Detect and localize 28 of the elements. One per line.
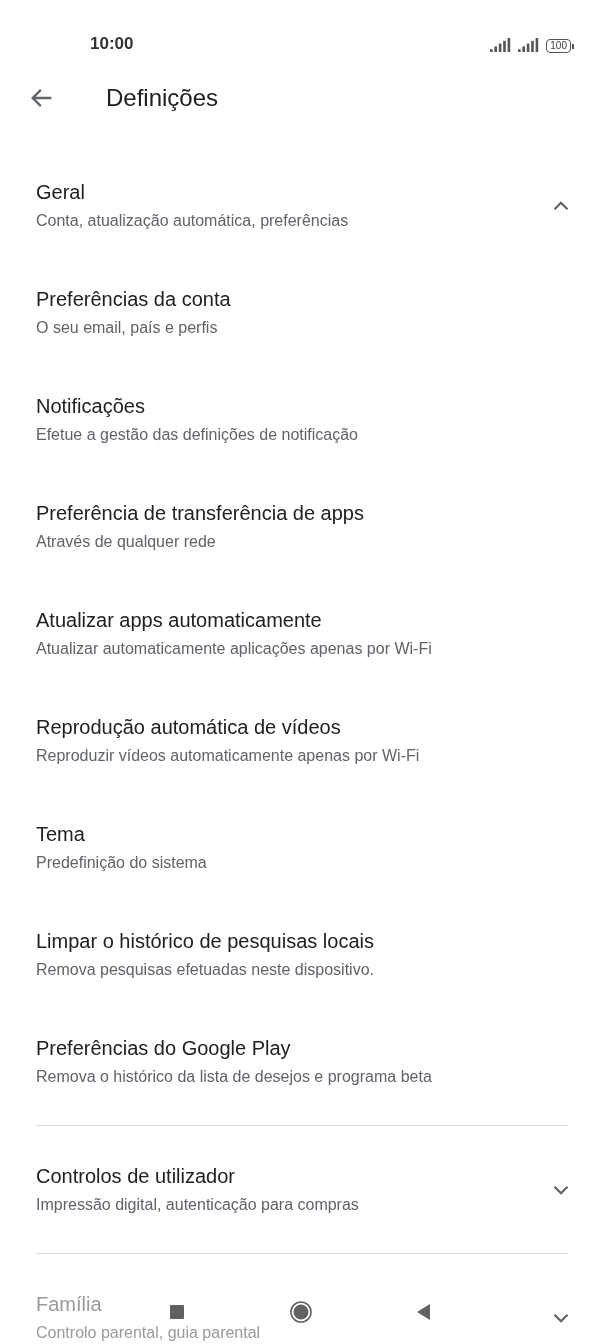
signal-icon xyxy=(490,38,513,54)
setting-title[interactable]: Notificações xyxy=(36,395,145,418)
setting-title[interactable]: Preferências da conta xyxy=(36,288,231,311)
home-icon[interactable] xyxy=(290,1301,312,1323)
setting-subtitle: O seu email, país e perfis xyxy=(36,319,218,337)
back-nav-icon[interactable] xyxy=(417,1304,430,1320)
setting-subtitle: Impressão digital, autenticação para compras xyxy=(36,1196,359,1214)
signal-icon xyxy=(518,38,541,54)
setting-subtitle: Controlo parental, guia parental xyxy=(36,1324,261,1342)
setting-subtitle: Predefinição do sistema xyxy=(36,854,207,872)
setting-title[interactable]: Reprodução automática de vídeos xyxy=(36,716,341,739)
setting-subtitle: Reproduzir vídeos automaticamente apenas por Wi-Fi xyxy=(36,747,420,765)
setting-subtitle: Através de qualquer rede xyxy=(36,533,216,551)
setting-title[interactable]: Controlos de utilizador xyxy=(36,1165,235,1188)
setting-subtitle: Conta, atualização automática, preferências xyxy=(36,212,349,230)
setting-title[interactable]: Limpar o histórico de pesquisas locais xyxy=(36,930,374,953)
battery-level: 100 xyxy=(546,39,571,53)
setting-subtitle: Remova o histórico da lista de desejos e programa beta xyxy=(36,1068,432,1086)
status-time: 10:00 xyxy=(90,34,134,54)
page-title: Definições xyxy=(106,84,219,112)
setting-subtitle: Remova pesquisas efetuadas neste dispositivo. xyxy=(36,961,374,979)
setting-subtitle: Atualizar automaticamente aplicações apenas por Wi-Fi xyxy=(36,640,432,658)
setting-subtitle: Efetue a gestão das definições de notificação xyxy=(36,426,358,444)
setting-title[interactable]: Atualizar apps automaticamente xyxy=(36,609,322,632)
setting-title[interactable]: Preferência de transferência de apps xyxy=(36,502,364,525)
setting-title[interactable]: Tema xyxy=(36,823,85,846)
setting-title[interactable]: Geral xyxy=(36,181,85,204)
setting-title[interactable]: Preferências do Google Play xyxy=(36,1037,291,1060)
